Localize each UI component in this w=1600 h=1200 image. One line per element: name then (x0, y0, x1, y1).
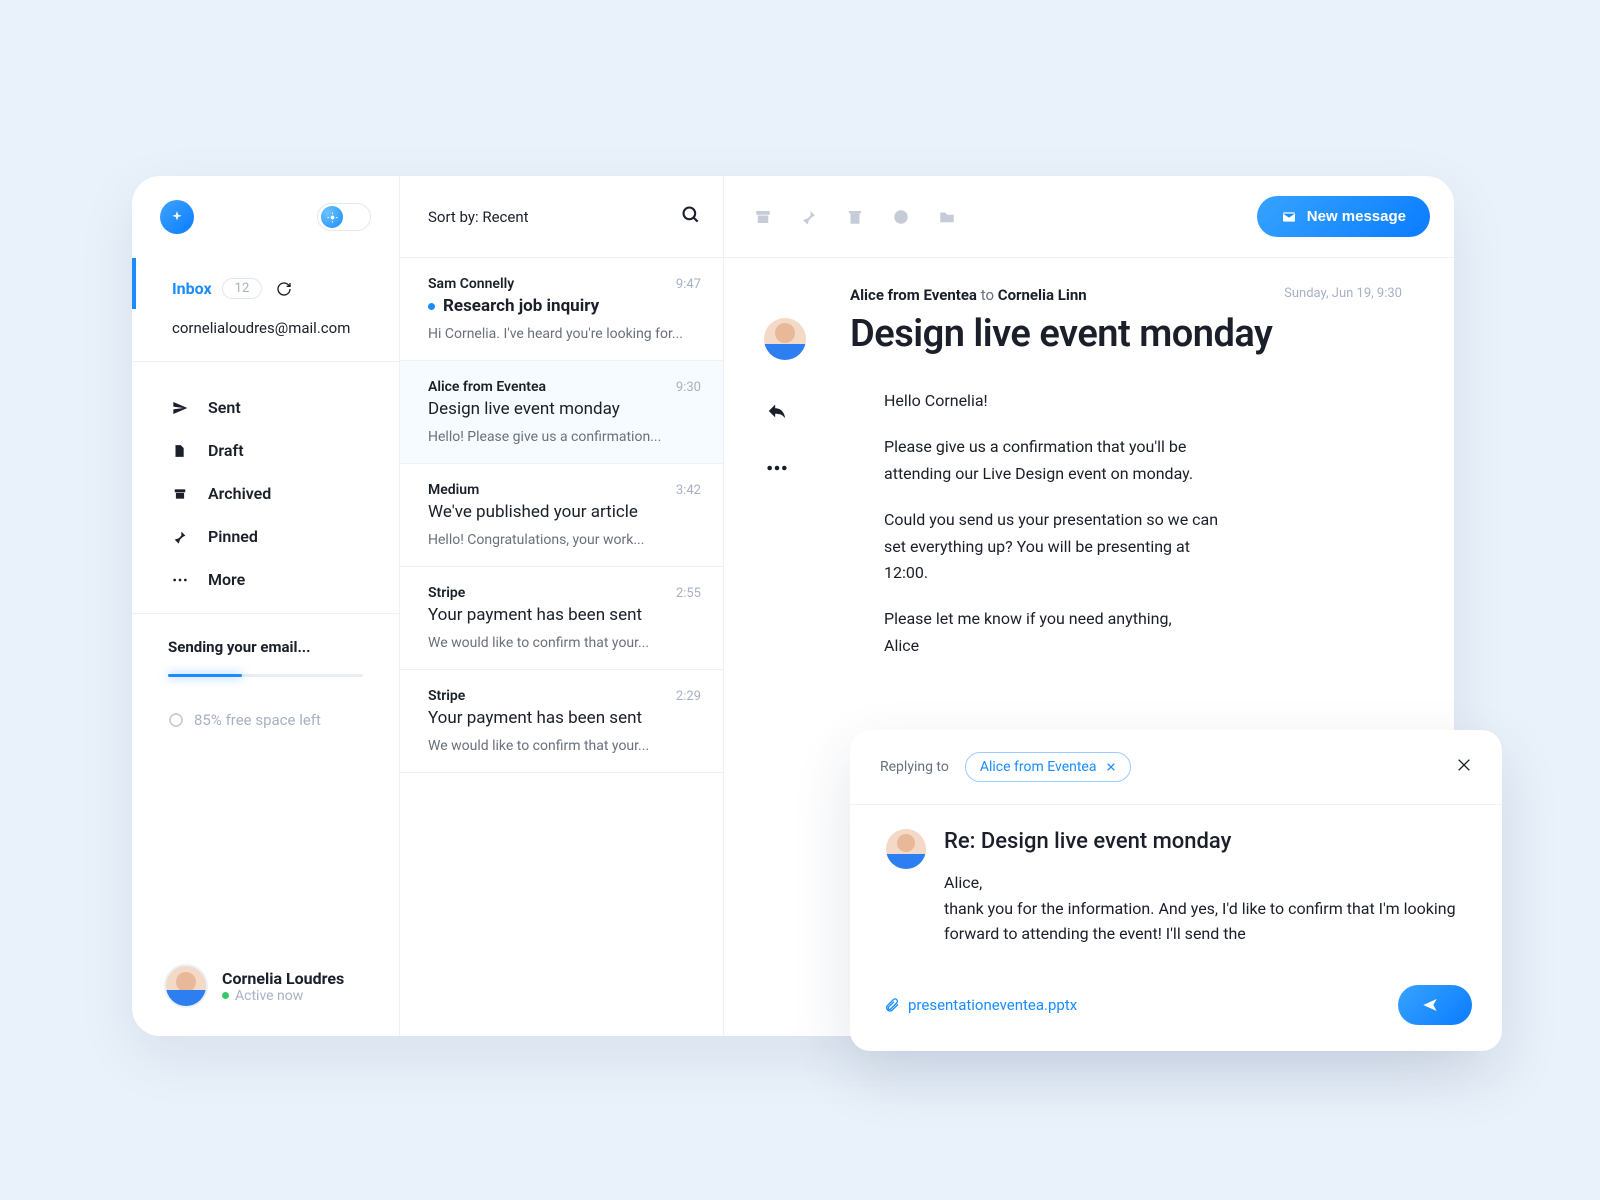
sun-icon (327, 212, 338, 223)
pin-icon (172, 529, 190, 545)
avatar (164, 964, 208, 1008)
message-item[interactable]: Alice from Eventea9:30 Design live event… (400, 361, 723, 464)
message-item[interactable]: Stripe2:29 Your payment has been sent We… (400, 670, 723, 773)
inbox-label: Inbox (172, 279, 212, 298)
nav-label: Pinned (208, 527, 258, 546)
mail-icon (1281, 209, 1297, 225)
message-item[interactable]: Medium3:42 We've published your article … (400, 464, 723, 567)
app-logo[interactable] (160, 200, 194, 234)
sidebar-item-inbox[interactable]: Inbox 12 (132, 258, 399, 309)
reply-textarea[interactable]: Alice, thank you for the information. An… (944, 870, 1466, 947)
send-message-button[interactable] (1398, 985, 1472, 1025)
theme-toggle[interactable] (317, 203, 371, 231)
refresh-icon[interactable] (276, 281, 292, 297)
profile-card[interactable]: Cornelia Loudres Active now (132, 940, 399, 1036)
sidebar-item-more[interactable]: More (132, 558, 399, 601)
trash-icon[interactable] (846, 208, 864, 226)
sidebar-item-sent[interactable]: Sent (132, 386, 399, 429)
reply-icon[interactable] (764, 400, 790, 426)
archive-icon[interactable] (754, 208, 772, 226)
paperclip-icon (884, 997, 900, 1013)
storage-icon (168, 712, 184, 728)
free-space-label: 85% free space left (194, 711, 321, 729)
close-icon[interactable] (1456, 757, 1472, 777)
snooze-icon[interactable] (892, 208, 910, 226)
sidebar-item-draft[interactable]: Draft (132, 429, 399, 472)
nav-label: More (208, 570, 245, 589)
nav-label: Sent (208, 398, 241, 417)
nav-label: Archived (208, 484, 271, 503)
mail-body: Hello Cornelia! Please give us a confirm… (766, 356, 1226, 659)
mail-title: Design live event monday (766, 312, 1386, 356)
replying-to-label: Replying to (880, 759, 949, 775)
free-space-row: 85% free space left (132, 685, 399, 729)
more-icon (172, 578, 190, 582)
reply-subject: Re: Design live event monday (944, 829, 1466, 854)
message-list: Sort by: Recent Sam Connelly9:47 Researc… (400, 176, 724, 1036)
sidebar: Inbox 12 cornelialoudres@mail.com Sent D… (132, 176, 400, 1036)
mail-date: Sunday, Jun 19, 9:30 (1284, 286, 1402, 301)
pin-icon[interactable] (800, 208, 818, 226)
message-item[interactable]: Sam Connelly9:47 Research job inquiry Hi… (400, 258, 723, 361)
archive-icon (172, 487, 190, 501)
inbox-count-badge: 12 (222, 278, 263, 299)
send-icon (1422, 997, 1438, 1013)
unread-dot-icon (428, 303, 435, 310)
profile-name: Cornelia Loudres (222, 969, 344, 988)
reply-composer: Replying to Alice from Eventea Re: Desig… (850, 730, 1502, 1051)
remove-chip-icon[interactable] (1106, 762, 1116, 772)
attachment-link[interactable]: presentationeventea.pptx (884, 996, 1077, 1014)
sparkle-icon (170, 210, 184, 224)
nav-label: Draft (208, 441, 244, 460)
nav-list: Sent Draft Archived Pinned More (132, 362, 399, 613)
avatar (886, 829, 926, 869)
sidebar-item-archived[interactable]: Archived (132, 472, 399, 515)
sort-dropdown[interactable]: Sort by: Recent (428, 208, 529, 226)
folder-icon[interactable] (938, 208, 956, 226)
sidebar-item-pinned[interactable]: Pinned (132, 515, 399, 558)
online-dot-icon (222, 992, 229, 999)
sending-progress: Sending your email... (132, 614, 399, 685)
paper-plane-icon (172, 400, 190, 416)
message-item[interactable]: Stripe2:55 Your payment has been sent We… (400, 567, 723, 670)
more-icon[interactable] (766, 456, 788, 475)
file-icon (172, 443, 190, 459)
sending-label: Sending your email... (168, 638, 363, 656)
profile-status: Active now (222, 988, 344, 1004)
sender-avatar (764, 318, 806, 360)
search-icon[interactable] (681, 205, 701, 229)
new-message-button[interactable]: New message (1257, 196, 1430, 237)
account-email: cornelialoudres@mail.com (132, 309, 399, 361)
progress-bar (168, 674, 363, 677)
recipient-chip[interactable]: Alice from Eventea (965, 752, 1132, 782)
